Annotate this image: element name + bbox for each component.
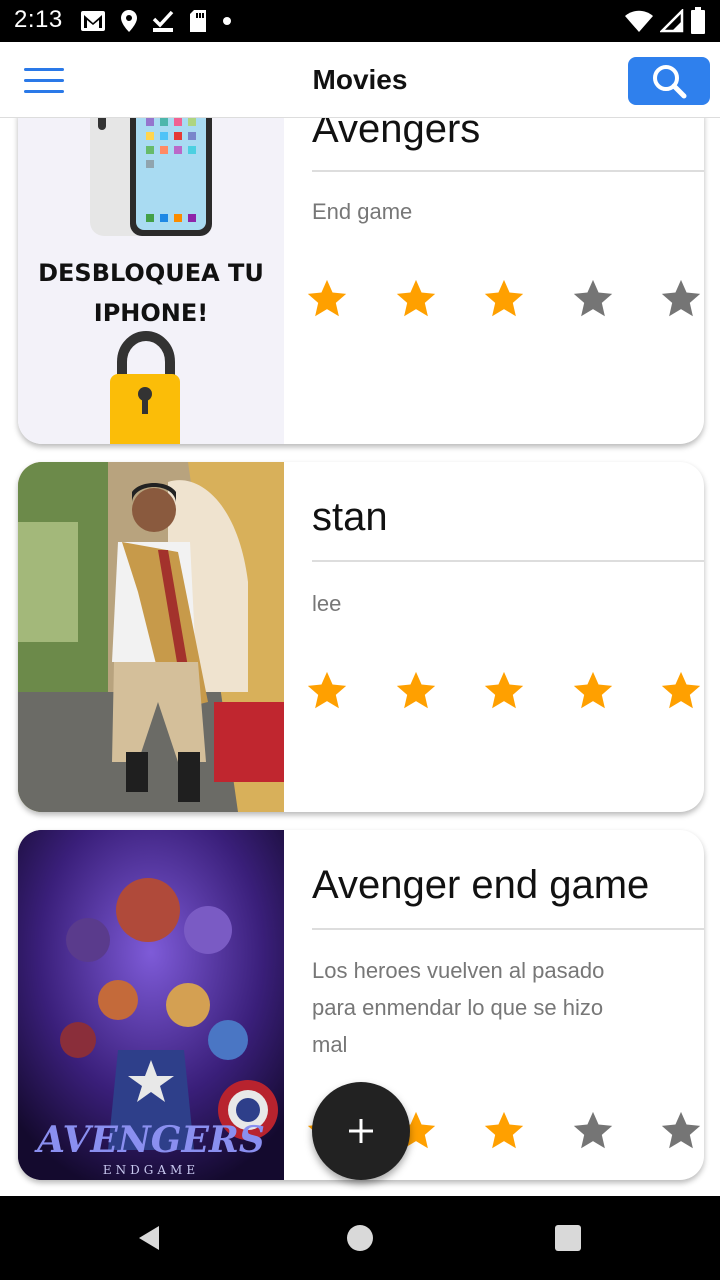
home-icon bbox=[347, 1225, 373, 1251]
star-empty-icon[interactable] bbox=[658, 1108, 704, 1156]
star-filled-icon[interactable] bbox=[481, 1108, 527, 1156]
back-button[interactable] bbox=[128, 1216, 172, 1260]
location-icon bbox=[121, 10, 137, 32]
home-button[interactable] bbox=[338, 1216, 382, 1260]
star-filled-icon[interactable] bbox=[304, 668, 350, 716]
rating-stars[interactable] bbox=[304, 668, 704, 716]
movie-card[interactable]: stan lee bbox=[18, 462, 704, 812]
divider bbox=[312, 928, 704, 930]
movie-title: stan bbox=[312, 495, 388, 539]
download-done-icon bbox=[152, 10, 174, 32]
star-filled-icon[interactable] bbox=[658, 668, 704, 716]
app-bar: Movies bbox=[0, 42, 720, 118]
recents-icon bbox=[555, 1225, 581, 1251]
back-icon bbox=[139, 1226, 159, 1250]
hamburger-menu-icon bbox=[24, 67, 64, 71]
add-movie-button[interactable] bbox=[312, 1082, 410, 1180]
movie-description: Los heroes vuelven al pasado para enmend… bbox=[312, 958, 605, 1057]
star-empty-icon[interactable] bbox=[570, 1108, 616, 1156]
page-title: Movies bbox=[312, 64, 408, 95]
gmail-icon bbox=[81, 11, 105, 31]
movie-poster: DESBLOQUEA TU IPHONE! bbox=[18, 118, 284, 444]
person-in-costume-photo bbox=[18, 462, 284, 812]
divider bbox=[312, 170, 704, 172]
movie-title: Avengers bbox=[312, 118, 481, 151]
star-filled-icon[interactable] bbox=[481, 668, 527, 716]
movie-description: lee bbox=[312, 591, 342, 616]
plus-icon bbox=[349, 1119, 373, 1143]
status-time: 2:13 bbox=[14, 6, 63, 33]
avengers-endgame-poster: AVENGERS ENDGAME bbox=[18, 830, 284, 1180]
rating-stars[interactable] bbox=[304, 276, 704, 324]
movie-card[interactable]: DESBLOQUEA TU IPHONE! Avengers End game bbox=[18, 118, 704, 444]
hamburger-menu-icon-bar bbox=[24, 78, 64, 82]
recents-button[interactable] bbox=[546, 1216, 590, 1260]
battery-icon bbox=[691, 7, 705, 34]
star-filled-icon[interactable] bbox=[570, 668, 616, 716]
movie-poster bbox=[18, 462, 284, 812]
system-nav-bar bbox=[0, 1196, 720, 1280]
search-icon bbox=[653, 65, 687, 99]
sd-card-icon bbox=[190, 10, 206, 32]
movie-list[interactable]: DESBLOQUEA TU IPHONE! Avengers End game bbox=[0, 118, 720, 1196]
poster-text-line2: IPHONE! bbox=[94, 299, 208, 327]
star-filled-icon[interactable] bbox=[393, 276, 439, 324]
dot-icon bbox=[223, 17, 231, 25]
signal-icon bbox=[660, 9, 684, 33]
poster-subtitle-text: ENDGAME bbox=[103, 1163, 199, 1177]
hamburger-menu-icon-bar bbox=[24, 89, 64, 93]
movie-description: End game bbox=[312, 199, 413, 224]
menu-button[interactable] bbox=[14, 58, 74, 102]
status-bar: 2:13 bbox=[0, 0, 720, 42]
star-empty-icon[interactable] bbox=[570, 276, 616, 324]
poster-title-text: AVENGERS bbox=[34, 1119, 265, 1161]
poster-text-line1: DESBLOQUEA TU bbox=[38, 259, 264, 287]
search-button[interactable] bbox=[628, 57, 710, 105]
wifi-icon bbox=[625, 10, 653, 32]
movie-poster: AVENGERS ENDGAME bbox=[18, 830, 284, 1180]
star-filled-icon[interactable] bbox=[481, 276, 527, 324]
divider bbox=[312, 560, 704, 562]
star-filled-icon[interactable] bbox=[393, 668, 439, 716]
star-filled-icon[interactable] bbox=[304, 276, 350, 324]
unlock-iphone-poster-art: DESBLOQUEA TU IPHONE! bbox=[38, 118, 264, 444]
star-empty-icon[interactable] bbox=[658, 276, 704, 324]
movie-title: Avenger end game bbox=[312, 863, 650, 907]
